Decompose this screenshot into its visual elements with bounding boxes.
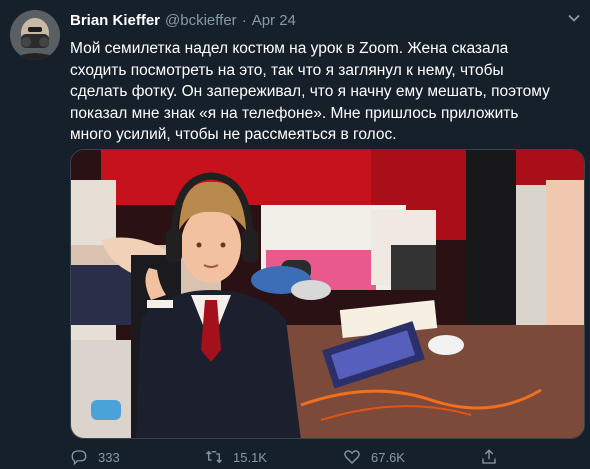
tweet-header: Brian Kieffer @bckieffer · Apr 24 <box>70 10 296 30</box>
header-separator: · <box>241 11 247 29</box>
tweet-text: Мой семилетка надел костюм на урок в Zoo… <box>70 40 550 143</box>
more-options-button[interactable] <box>564 8 584 28</box>
avatar[interactable] <box>10 10 60 60</box>
chevron-down-icon <box>568 14 580 22</box>
reply-button[interactable]: 333 <box>70 447 120 467</box>
action-bar: 333 15.1K 67.6K <box>70 447 570 467</box>
photo-image <box>71 150 584 438</box>
retweet-button[interactable]: 15.1K <box>205 447 267 467</box>
share-icon <box>482 449 496 464</box>
like-count: 67.6K <box>371 449 405 465</box>
retweet-icon <box>206 450 222 464</box>
author-handle[interactable]: @bckieffer <box>165 12 237 29</box>
tweet-photo[interactable] <box>70 149 585 439</box>
heart-icon <box>344 450 360 464</box>
avatar-image <box>10 10 60 60</box>
share-button[interactable] <box>480 447 508 467</box>
tweet-date[interactable]: Apr 24 <box>252 12 296 29</box>
retweet-count: 15.1K <box>233 449 267 465</box>
like-button[interactable]: 67.6K <box>343 447 405 467</box>
reply-icon <box>71 450 87 466</box>
tweet: Brian Kieffer @bckieffer · Apr 24 Мой се… <box>0 0 590 469</box>
reply-count: 333 <box>98 449 120 465</box>
author-name[interactable]: Brian Kieffer <box>70 12 160 29</box>
